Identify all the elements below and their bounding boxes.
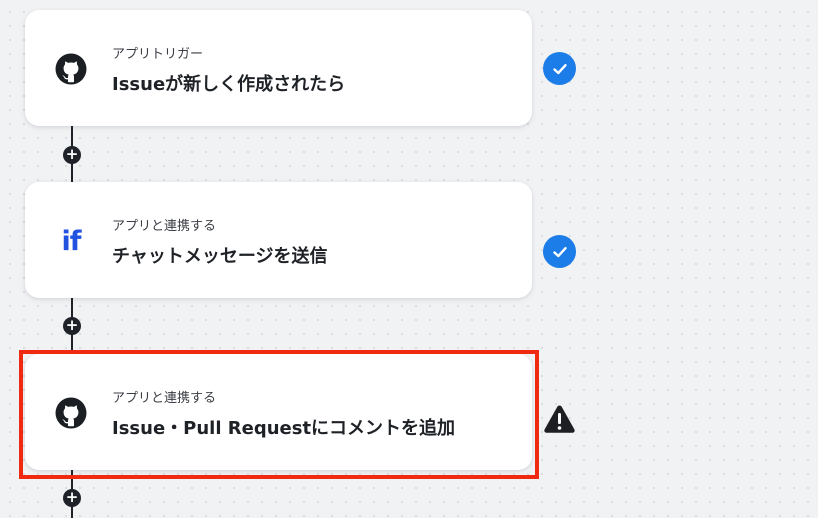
step-card-trigger[interactable]: アプリトリガー Issueが新しく作成されたら	[25, 10, 532, 126]
step-status-warning	[543, 402, 576, 435]
step-subtitle: アプリトリガー	[112, 47, 204, 62]
flow-canvas: + + + アプリトリガー Issueが新しく作成されたら if アプリと連携す…	[0, 0, 818, 518]
step-status-check	[543, 52, 576, 85]
step-subtitle: アプリと連携する	[112, 391, 217, 406]
step-title: チャットメッセージを送信	[112, 246, 328, 267]
check-circle-icon	[543, 52, 576, 85]
github-icon	[54, 52, 88, 86]
add-step-button[interactable]: +	[63, 146, 81, 164]
add-step-button[interactable]: +	[63, 489, 81, 507]
step-card-send-message[interactable]: if アプリと連携する チャットメッセージを送信	[25, 182, 532, 298]
add-step-button[interactable]: +	[63, 317, 81, 335]
if-logo-icon: if	[54, 224, 88, 258]
step-title: Issueが新しく作成されたら	[112, 74, 346, 95]
warning-icon	[544, 405, 575, 433]
app-logo-text: if	[61, 225, 81, 257]
step-status-check	[543, 235, 576, 268]
check-circle-icon	[543, 235, 576, 268]
step-subtitle: アプリと連携する	[112, 219, 217, 234]
step-card-add-comment[interactable]: アプリと連携する Issue・Pull Requestにコメントを追加	[25, 354, 532, 470]
github-icon	[54, 396, 88, 430]
step-title: Issue・Pull Requestにコメントを追加	[112, 418, 456, 439]
